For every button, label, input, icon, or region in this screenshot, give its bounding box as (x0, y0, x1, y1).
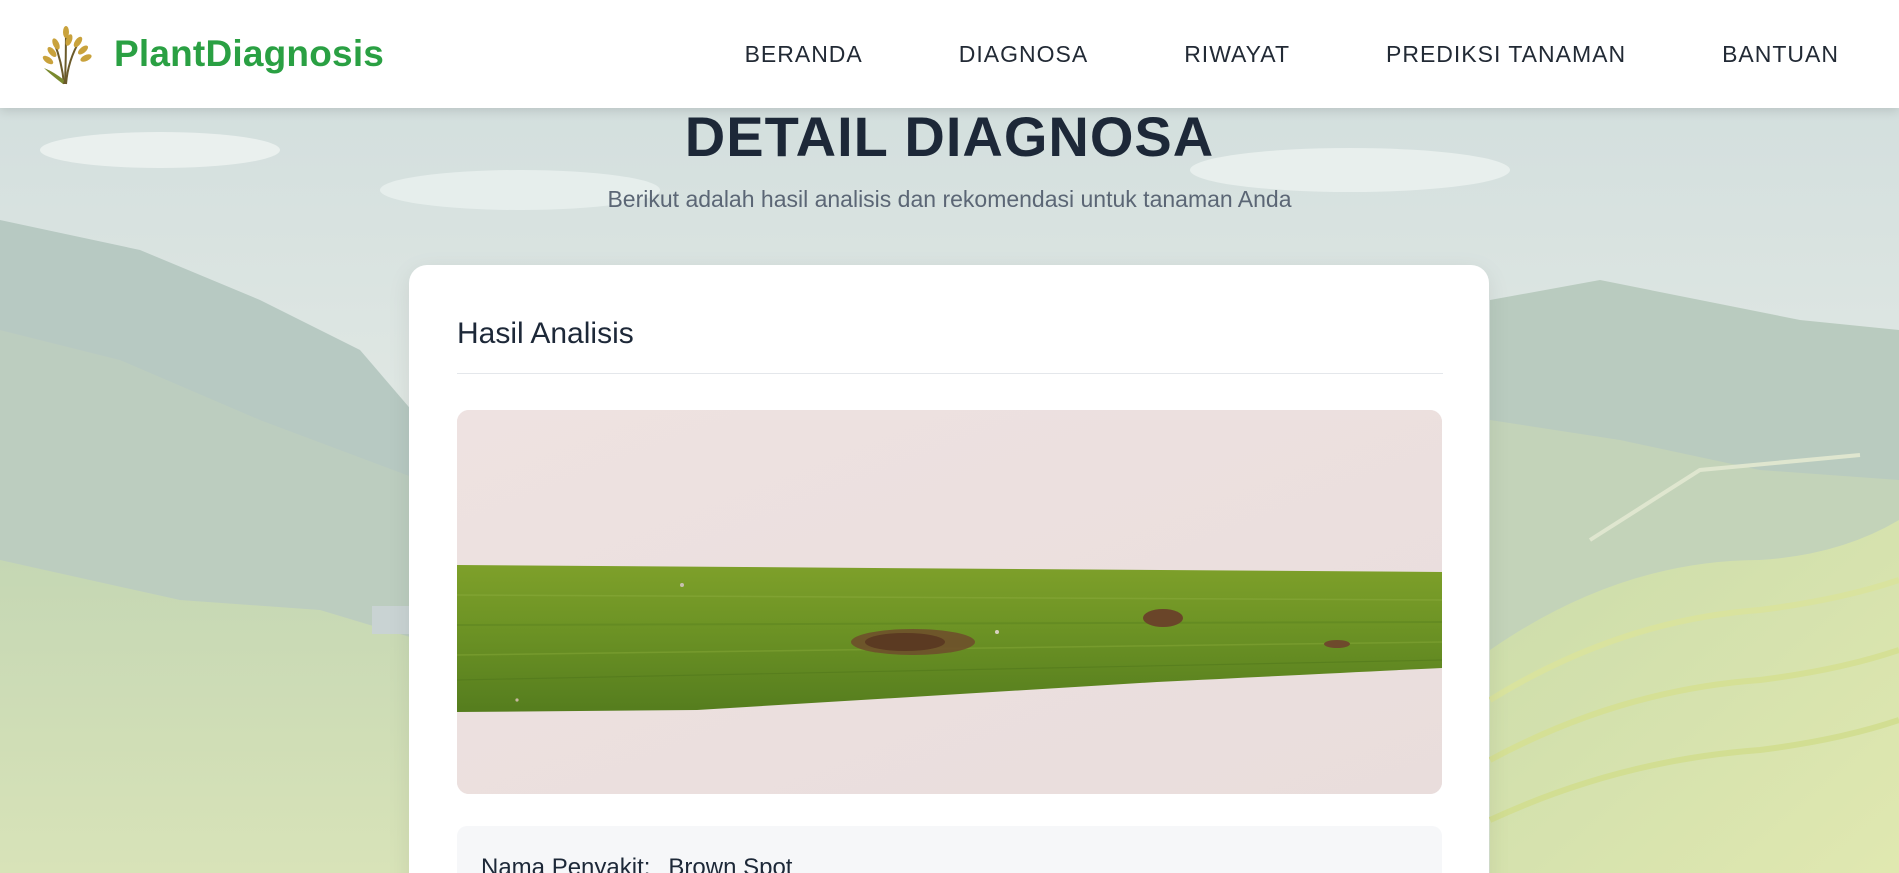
nav-diagnosa[interactable]: DIAGNOSA (959, 41, 1088, 68)
disease-value: Brown Spot (668, 854, 793, 873)
page-subtitle: Berikut adalah hasil analisis dan rekome… (607, 186, 1292, 212)
disease-label: Nama Penyakit: (481, 854, 651, 873)
top-navbar: PlantDiagnosis BERANDA DIAGNOSA RIWAYAT … (0, 0, 1899, 108)
brand-name: PlantDiagnosis (114, 33, 385, 74)
brand-link[interactable]: PlantDiagnosis (36, 22, 384, 86)
analysis-card: Hasil Analisis Nama Penyakit: Brown Spot (409, 265, 1489, 873)
disease-row: Nama Penyakit: Brown Spot (481, 854, 792, 873)
page-title: DETAIL DIAGNOSA (684, 105, 1215, 168)
rice-plant-icon (42, 26, 92, 85)
nav-riwayat[interactable]: RIWAYAT (1184, 41, 1290, 68)
card-title: Hasil Analisis (457, 317, 634, 350)
nav-prediksi-tanaman[interactable]: PREDIKSI TANAMAN (1386, 41, 1626, 68)
main-nav: BERANDA DIAGNOSA RIWAYAT PREDIKSI TANAMA… (649, 0, 1839, 108)
nav-beranda[interactable]: BERANDA (745, 41, 863, 68)
leaf-photo (457, 410, 1442, 794)
nav-bantuan[interactable]: BANTUAN (1722, 41, 1839, 68)
divider (457, 373, 1443, 374)
disease-info-box: Nama Penyakit: Brown Spot (457, 826, 1442, 873)
